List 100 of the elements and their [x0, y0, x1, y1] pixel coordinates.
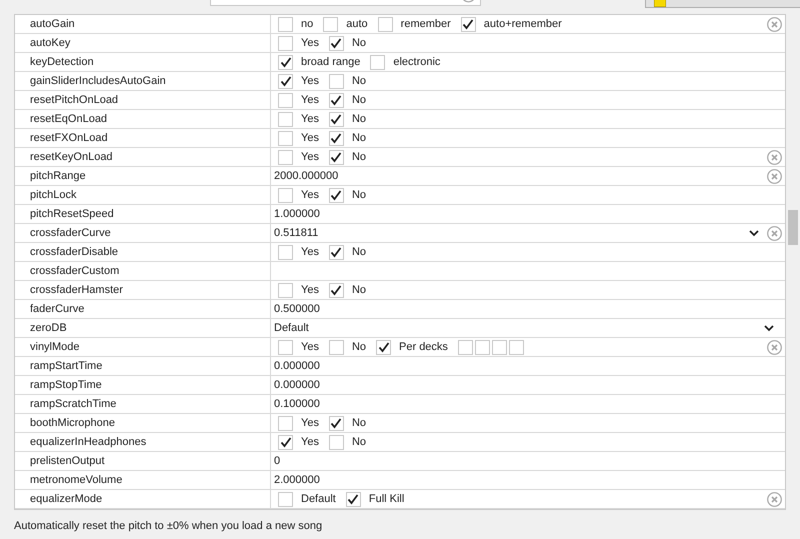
option-label: Yes — [301, 434, 319, 450]
setting-name: crossfaderCustom — [30, 264, 120, 279]
checkbox[interactable] — [328, 434, 344, 450]
option-label: No — [352, 188, 366, 203]
setting-name: rampStartTime — [30, 358, 102, 374]
checkbox[interactable] — [328, 112, 344, 126]
value-text: 2000.000000 — [273, 168, 338, 184]
value-text: 0.000000 — [273, 378, 320, 393]
chevron-down-icon[interactable] — [749, 230, 759, 236]
setting-name: resetFXOnLoad — [30, 130, 108, 146]
option-label: remember — [400, 16, 451, 32]
dropdown-value[interactable]: Default — [271, 320, 309, 336]
checkbox[interactable] — [278, 282, 293, 298]
setting-name: pitchLock — [30, 188, 76, 203]
option-label: No — [352, 340, 366, 355]
checkbox[interactable] — [328, 416, 344, 430]
setting-name: equalizerInHeadphones — [30, 434, 146, 450]
checkbox[interactable] — [328, 188, 344, 202]
checkbox[interactable] — [378, 16, 393, 32]
checkbox[interactable] — [278, 112, 293, 126]
checkbox[interactable] — [328, 340, 344, 354]
scrollbar-thumb[interactable] — [788, 210, 798, 245]
checkbox[interactable] — [278, 130, 293, 146]
checkbox[interactable] — [328, 244, 344, 260]
checkbox[interactable] — [346, 492, 361, 506]
checkbox[interactable] — [460, 16, 476, 32]
clear-icon[interactable] — [767, 226, 782, 240]
checkbox[interactable] — [328, 36, 344, 50]
option-label: Per decks — [399, 340, 448, 355]
checkbox[interactable] — [278, 244, 293, 260]
checkbox[interactable] — [278, 16, 293, 32]
option-label: Yes — [301, 36, 319, 51]
checkbox[interactable] — [370, 54, 386, 70]
checkbox[interactable] — [278, 416, 293, 430]
option-label: Default — [301, 492, 336, 507]
option-label: No — [352, 282, 366, 298]
option-label: auto — [346, 16, 368, 32]
dropdown-value[interactable]: 0.511811 — [271, 224, 318, 242]
setting-name: resetEqOnLoad — [30, 112, 108, 127]
option-label: Yes — [301, 92, 319, 108]
checkbox[interactable] — [328, 92, 344, 108]
setting-name: vinylMode — [30, 340, 80, 355]
setting-name: keyDetection — [30, 54, 94, 70]
chevron-down-icon[interactable] — [764, 324, 774, 332]
checkbox[interactable] — [458, 340, 473, 354]
option-label: Yes — [301, 150, 319, 165]
checkbox[interactable] — [328, 74, 344, 88]
clear-icon[interactable] — [767, 340, 782, 354]
option-label: No — [352, 130, 366, 146]
setting-name: pitchResetSpeed — [30, 206, 114, 222]
checkbox[interactable] — [323, 16, 338, 32]
option-label: No — [352, 150, 366, 165]
checkbox[interactable] — [278, 340, 293, 354]
option-label: electronic — [393, 54, 440, 70]
option-label: Full Kill — [368, 492, 404, 507]
clear-icon[interactable] — [767, 150, 782, 164]
option-label: Yes — [301, 74, 319, 89]
checkbox[interactable] — [278, 74, 293, 88]
checkbox[interactable] — [278, 188, 293, 202]
option-label: No — [352, 416, 366, 431]
checkbox[interactable] — [278, 434, 293, 450]
clear-icon[interactable] — [767, 492, 782, 506]
option-label: No — [352, 244, 366, 260]
clear-icon[interactable] — [767, 168, 782, 184]
value-text: 1.000000 — [273, 206, 320, 222]
checkbox[interactable] — [328, 130, 344, 146]
option-label: auto+remember — [484, 16, 562, 32]
setting-name: rampStopTime — [30, 378, 102, 393]
clear-icon[interactable] — [767, 16, 782, 32]
value-text: 0.000000 — [273, 358, 320, 374]
option-label: Yes — [301, 112, 319, 127]
setting-name: crossfaderDisable — [30, 244, 118, 260]
setting-name: crossfaderCurve — [30, 226, 111, 241]
checkbox[interactable] — [328, 282, 344, 298]
option-label: Yes — [301, 340, 319, 355]
checkbox[interactable] — [278, 150, 293, 164]
setting-name: boothMicrophone — [30, 416, 116, 431]
checkbox[interactable] — [508, 340, 524, 354]
checkbox[interactable] — [278, 492, 293, 506]
setting-name: zeroDB — [30, 320, 67, 336]
checkbox[interactable] — [278, 92, 293, 108]
setting-name: rampScratchTime — [30, 396, 116, 412]
checkbox[interactable] — [278, 54, 293, 70]
setting-name: faderCurve — [30, 302, 84, 317]
setting-name: equalizerMode — [30, 492, 102, 507]
option-label: No — [352, 92, 366, 108]
option-label: No — [352, 36, 366, 51]
checkbox[interactable] — [474, 340, 490, 354]
checkbox[interactable] — [492, 340, 507, 354]
setting-name: gainSliderIncludesAutoGain — [30, 74, 166, 89]
setting-name: autoKey — [30, 36, 70, 51]
option-label: broad range — [301, 54, 360, 70]
value-text: 2.000000 — [273, 472, 320, 488]
checkbox[interactable] — [376, 340, 392, 354]
checkbox[interactable] — [328, 150, 344, 164]
option-label: No — [352, 434, 366, 450]
value-text: 0.100000 — [273, 396, 320, 412]
setting-name: prelistenOutput — [30, 454, 105, 469]
setting-name: metronomeVolume — [30, 472, 122, 488]
checkbox[interactable] — [278, 36, 293, 50]
